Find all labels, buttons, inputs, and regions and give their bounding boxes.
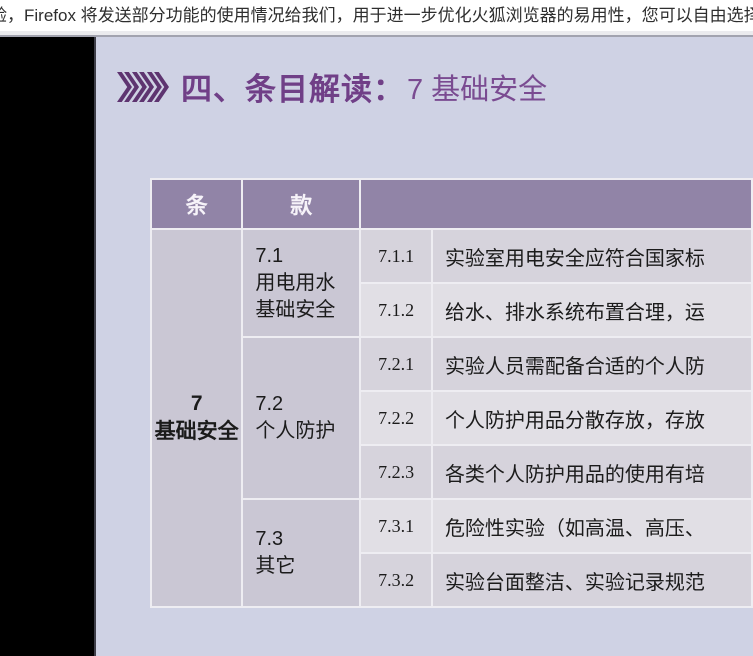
table-header-row: 条 款 [152,180,753,230]
item-number: 7.1.2 [361,284,433,338]
article-cell: 7 基础安全 [152,230,244,608]
header-article: 条 [152,180,244,230]
slide-side-black-bar [0,37,96,656]
item-number: 7.2.2 [361,392,433,446]
header-items [361,180,753,230]
item-number: 7.1.1 [361,230,433,284]
clause-name: 用电用水基础安全 [255,271,336,321]
slide-title-topic: 7 基础安全 [407,73,548,106]
article-name: 基础安全 [154,420,239,443]
item-number: 7.3.1 [361,500,433,554]
item-text: 给水、排水系统布置合理，运 [432,284,753,338]
item-text: 危险性实验（如高温、高压、 [432,500,753,554]
item-text: 各类个人防护用品的使用有培 [432,446,753,500]
item-text: 实验人员需配备合适的个人防 [432,338,753,392]
clause-number: 7.2 [255,393,284,415]
clause-table: 条 款 7 基础安全 7.1 用电用水基础安全 7.1.1 实验室用电安全应符合… [150,178,753,608]
browser-notification-bar[interactable]: 验，Firefox 将发送部分功能的使用情况给我们，用于进一步优化火狐浏览器的易… [0,0,753,31]
item-number: 7.2.3 [361,446,433,500]
item-text: 个人防护用品分散存放，存放 [432,392,753,446]
notification-text: 验，Firefox 将发送部分功能的使用情况给我们，用于进一步优化火狐浏览器的易… [0,6,753,25]
item-text: 实验台面整洁、实验记录规范 [432,554,753,608]
clause-cell: 7.1 用电用水基础安全 [243,230,362,338]
triple-chevron-icon [117,71,169,102]
item-number: 7.2.1 [361,338,433,392]
page-content: 四、条目解读： 7 基础安全 条 款 7 基础安全 7.1 用电用水基础安全 7… [0,37,753,656]
header-clause: 款 [243,180,362,230]
clause-number: 7.3 [255,528,284,550]
clause-name: 其它 [255,555,296,577]
clause-cell: 7.2 个人防护 [243,338,362,500]
slide-title-row: 四、条目解读： 7 基础安全 [117,64,547,109]
clause-name: 个人防护 [255,420,336,442]
clause-cell: 7.3 其它 [243,500,362,608]
clause-number: 7.1 [255,244,284,267]
article-number: 7 [190,391,203,415]
slide-title-prefix: 四、条目解读： [181,72,405,107]
item-number: 7.3.2 [361,554,433,608]
table-row: 7 基础安全 7.1 用电用水基础安全 7.1.1 实验室用电安全应符合国家标 [152,230,753,608]
item-text: 实验室用电安全应符合国家标 [432,230,753,284]
